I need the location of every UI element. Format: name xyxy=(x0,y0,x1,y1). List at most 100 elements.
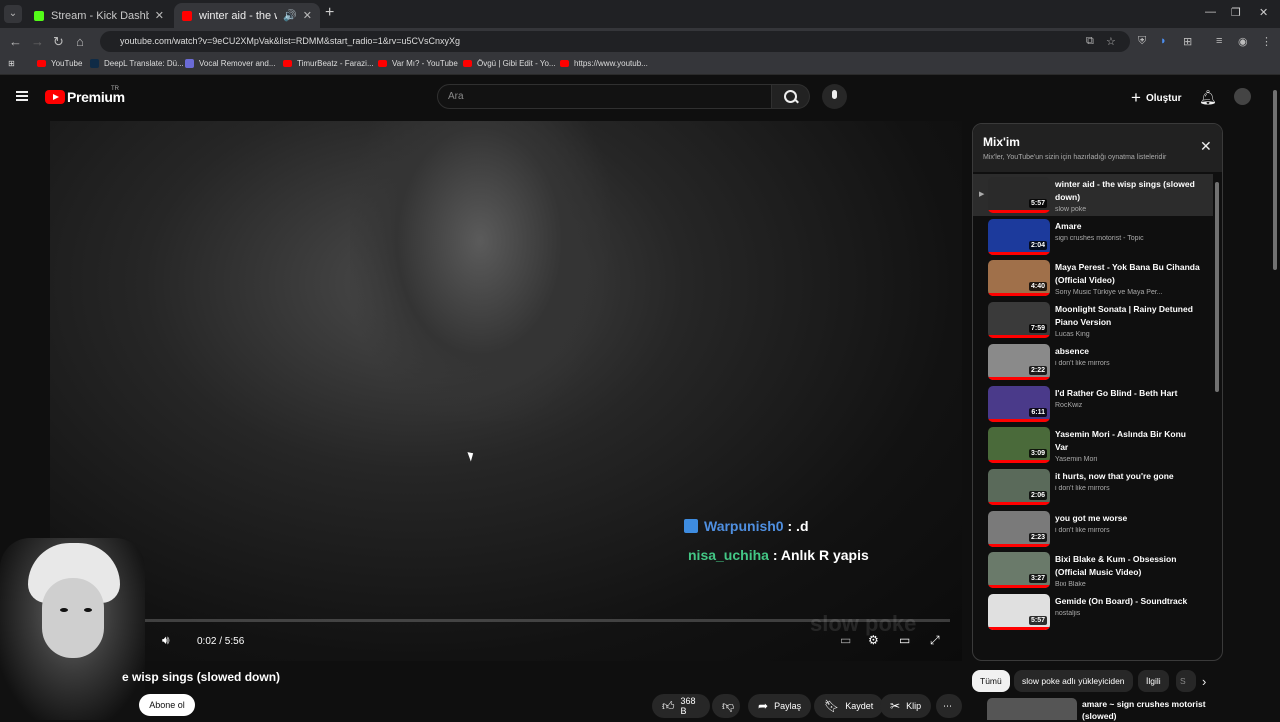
playlist-item[interactable]: 7:59 Moonlight Sonata | Rainy Detuned Pia… xyxy=(973,299,1213,341)
playlist-item[interactable]: 2:22 absence i don't like mirrors xyxy=(973,341,1213,383)
close-tab-icon[interactable]: ✕ xyxy=(303,9,312,22)
volume-icon[interactable]: 🔊︎ xyxy=(162,633,170,648)
chip-partial[interactable]: S xyxy=(1176,670,1196,692)
forward-icon[interactable]: → xyxy=(31,34,44,49)
subtitles-icon[interactable]: ▭ xyxy=(840,633,851,647)
more-actions-button[interactable]: ⋯ xyxy=(936,694,962,718)
playlist-thumbnail[interactable]: 2:06 xyxy=(988,468,1050,505)
share-button[interactable]: ➦ Paylaş xyxy=(748,694,812,718)
playlist-item-title[interactable]: winter aid - the wisp sings (slowed down… xyxy=(1055,178,1200,204)
chip-related[interactable]: İlgili xyxy=(1138,670,1169,692)
chat-overlay-message: nisa_uchiha : Anlık R yapis xyxy=(688,547,869,563)
apps-grid-icon[interactable]: ⊞ xyxy=(8,59,15,68)
playlist-item-title[interactable]: Maya Perest - Yok Bana Bu Cihanda (Offic… xyxy=(1055,261,1200,287)
playlist-scrollbar[interactable] xyxy=(1215,176,1219,656)
playlist-item[interactable]: 3:09 Yasemin Mori - Aslında Bir Konu Var Y… xyxy=(973,424,1213,466)
playlist-thumbnail[interactable]: 7:59 xyxy=(988,302,1050,339)
subscribe-button[interactable]: Abone ol xyxy=(139,694,195,716)
playlist-item-title[interactable]: absence xyxy=(1055,345,1200,358)
playlist-item[interactable]: 2:23 you got me worse i don't like mirrors xyxy=(973,508,1213,550)
youtube-logo-icon[interactable] xyxy=(45,90,65,104)
bookmark-timurbeatz[interactable]: TimurBeatz - Farazi... xyxy=(283,59,374,68)
bookmark-youtube[interactable]: YouTube xyxy=(37,59,82,68)
playlist-thumbnail[interactable]: 2:22 xyxy=(988,343,1050,380)
shield-extension-icon[interactable]: ⛨ xyxy=(1138,35,1146,48)
playlist-item[interactable]: 4:40 Maya Perest - Yok Bana Bu Cihanda (O… xyxy=(973,257,1213,299)
reload-icon[interactable]: ↻ xyxy=(53,34,64,50)
tab-youtube-active[interactable]: winter aid - the wisp sings ( 🔊 ✕ xyxy=(174,3,320,28)
search-button[interactable] xyxy=(772,84,810,109)
bookmark-ovgu[interactable]: Övgü | Gibi Edit - Yo... xyxy=(463,59,556,68)
close-window-icon[interactable]: ✕ xyxy=(1259,6,1268,19)
watched-bar xyxy=(988,376,1050,380)
audio-extension-icon[interactable]: ◗ xyxy=(1160,35,1167,47)
chips-next-icon[interactable]: › xyxy=(1202,674,1206,689)
voice-search-icon[interactable] xyxy=(822,84,847,109)
account-avatar[interactable] xyxy=(1234,88,1251,105)
playlist-item-title[interactable]: Gemide (On Board) - Soundtrack xyxy=(1055,595,1200,608)
menu-dots-icon[interactable]: ⋮ xyxy=(1261,35,1272,48)
playlist-item-title[interactable]: Yasemin Mori - Aslında Bir Konu Var xyxy=(1055,428,1200,454)
speaker-icon[interactable]: 🔊 xyxy=(283,9,297,22)
cast-icon[interactable]: ⧉ xyxy=(1086,35,1094,48)
playlist-item[interactable]: 5:57 Gemide (On Board) - Soundtrack nostal… xyxy=(973,591,1213,633)
back-icon[interactable]: ← xyxy=(9,34,22,49)
clip-button[interactable]: ✂ Klip xyxy=(880,694,932,718)
recommendation-title[interactable]: amare ~ sign crushes motorist (slowed) xyxy=(1082,698,1212,722)
playlist-item-title[interactable]: it hurts, now that you're gone xyxy=(1055,470,1200,483)
playlist-item-title[interactable]: Bixi Blake & Kum - Obsession (Official M… xyxy=(1055,553,1200,579)
page-scrollbar[interactable] xyxy=(1270,80,1280,720)
chip-from-uploader[interactable]: slow poke adlı yükleyiciden xyxy=(1014,670,1133,692)
progress-bar[interactable] xyxy=(110,619,950,622)
fullscreen-icon[interactable]: ⤢ xyxy=(930,633,940,648)
url-field[interactable]: youtube.com/watch?v=9eCU2XMpVak&list=RDM… xyxy=(100,31,1130,52)
playlist-thumbnail[interactable]: 2:23 xyxy=(988,510,1050,547)
playlist-item-title[interactable]: Moonlight Sonata | Rainy Detuned Piano V… xyxy=(1055,303,1200,329)
video-player[interactable]: Warpunish0 : .d nisa_uchiha : Anlık R ya… xyxy=(50,121,962,661)
recommendation-thumbnail[interactable] xyxy=(987,698,1077,720)
minimize-icon[interactable]: — xyxy=(1205,6,1216,18)
playlist-item[interactable]: 3:27 Bixi Blake & Kum - Obsession (Offici… xyxy=(973,549,1213,591)
scrollbar-thumb[interactable] xyxy=(1215,182,1219,392)
chip-all[interactable]: Tümü xyxy=(972,670,1010,692)
search-input[interactable]: Ara xyxy=(437,84,772,109)
menu-hamburger-icon[interactable] xyxy=(16,91,28,101)
playlist-item[interactable]: ▶ 5:57 winter aid - the wisp sings (slowed… xyxy=(973,174,1213,216)
bookmark-star-icon[interactable]: ☆ xyxy=(1106,35,1116,48)
bookmark-vocal-remover[interactable]: Vocal Remover and... xyxy=(185,59,275,68)
create-button[interactable]: + Oluştur xyxy=(1131,88,1182,108)
home-icon[interactable]: ⌂ xyxy=(76,34,84,49)
notifications-bell-icon[interactable]: 🔔︎ xyxy=(1199,89,1217,106)
playlist-thumbnail[interactable]: 3:27 xyxy=(988,552,1050,589)
playlist-item-title[interactable]: I'd Rather Go Blind - Beth Hart xyxy=(1055,387,1200,400)
playlist-thumbnail[interactable]: 6:11 xyxy=(988,385,1050,422)
playlist-thumbnail[interactable]: 2:04 xyxy=(988,218,1050,255)
scrollbar-thumb[interactable] xyxy=(1273,90,1277,270)
dislike-button[interactable]: 👎︎ xyxy=(712,694,740,718)
playlist-item[interactable]: 2:06 it hurts, now that you're gone i don'… xyxy=(973,466,1213,508)
save-button[interactable]: 🔖︎ Kaydet xyxy=(814,694,884,718)
theater-mode-icon[interactable]: ▭ xyxy=(899,633,910,647)
bookmark-deepl[interactable]: DeepL Translate: Dü... xyxy=(90,59,184,68)
playlist-item[interactable]: 2:04 Amare sign crushes motorist - Topic xyxy=(973,216,1213,258)
bookmark-youtube-url[interactable]: https://www.youtub... xyxy=(560,59,648,68)
close-playlist-icon[interactable]: ✕ xyxy=(1200,138,1212,155)
playlist-item-title[interactable]: Amare xyxy=(1055,220,1200,233)
playlist-thumbnail[interactable]: 5:57 xyxy=(988,177,1050,213)
playlist-item-title[interactable]: you got me worse xyxy=(1055,512,1200,525)
extensions-puzzle-icon[interactable]: ⊞ xyxy=(1183,35,1192,48)
settings-gear-icon[interactable]: ⚙ xyxy=(868,633,879,647)
bookmark-var-mi[interactable]: Var Mı? - YouTube xyxy=(378,59,458,68)
playlist-item[interactable]: 6:11 I'd Rather Go Blind - Beth Hart RocKw… xyxy=(973,383,1213,425)
tab-kick-dashboard[interactable]: Stream - Kick Dashboard ✕ xyxy=(26,3,172,28)
playlist-thumbnail[interactable]: 5:57 xyxy=(988,594,1050,630)
tab-search-dropdown[interactable]: ⌄ xyxy=(4,5,22,23)
close-tab-icon[interactable]: ✕ xyxy=(155,9,164,22)
profile-icon[interactable]: ◉ xyxy=(1238,35,1248,48)
playlist-thumbnail[interactable]: 3:09 xyxy=(988,427,1050,464)
restore-icon[interactable]: ❐ xyxy=(1231,6,1241,19)
media-control-icon[interactable]: ≡ xyxy=(1216,35,1222,47)
like-button[interactable]: 👍︎ 368 B xyxy=(652,694,710,718)
playlist-thumbnail[interactable]: 4:40 xyxy=(988,260,1050,297)
new-tab-button[interactable]: + xyxy=(325,4,334,22)
